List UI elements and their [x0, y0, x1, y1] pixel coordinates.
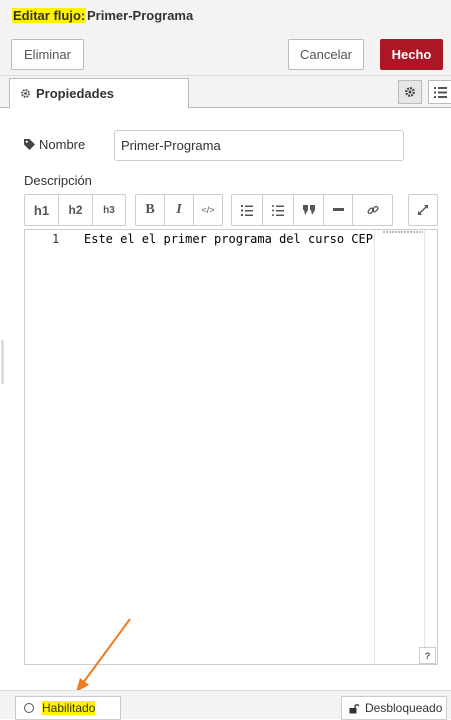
- description-label: Descripción: [24, 173, 92, 188]
- delete-button[interactable]: Eliminar: [11, 39, 84, 70]
- h1-button[interactable]: h1: [25, 195, 59, 225]
- link-icon: [367, 205, 378, 215]
- unlock-icon: [349, 703, 359, 713]
- tab-properties[interactable]: Propiedades: [9, 78, 189, 109]
- annotation-arrow: [76, 618, 131, 692]
- italic-button[interactable]: I: [165, 195, 194, 225]
- ordered-list-icon: [241, 204, 253, 216]
- description-editor[interactable]: [24, 229, 438, 665]
- radio-icon: [24, 703, 34, 713]
- name-label: Nombre: [24, 137, 85, 152]
- flow-title: Primer-Programa: [87, 8, 194, 23]
- gear-icon: [21, 89, 30, 98]
- expand-icon: [418, 205, 428, 215]
- bold-button[interactable]: B: [136, 195, 165, 225]
- expand-button[interactable]: [408, 194, 438, 226]
- settings-tab-button[interactable]: [398, 80, 422, 104]
- list-buttons: [231, 194, 393, 226]
- heading-buttons: h1 h2 h3: [24, 194, 126, 226]
- help-button[interactable]: ?: [419, 647, 436, 664]
- unordered-list-button[interactable]: [263, 195, 294, 225]
- list-icon: [433, 86, 447, 98]
- resize-handle[interactable]: [1, 340, 4, 384]
- line-number: 1: [52, 232, 60, 246]
- horizontal-rule-button[interactable]: [324, 195, 353, 225]
- minimap-preview: [383, 231, 423, 233]
- gear-icon: [405, 87, 415, 97]
- tab-properties-label: Propiedades: [36, 86, 115, 101]
- quote-button[interactable]: [294, 195, 324, 225]
- link-button[interactable]: [353, 195, 392, 225]
- tag-icon: [24, 139, 35, 150]
- minimap-divider: [374, 230, 375, 664]
- enabled-label: Habilitado: [42, 701, 96, 715]
- ordered-list-button[interactable]: [232, 195, 263, 225]
- list-tab-button[interactable]: [428, 80, 451, 104]
- name-input[interactable]: [114, 130, 404, 161]
- h3-button[interactable]: h3: [93, 195, 125, 225]
- title-prefix: Editar flujo:: [12, 8, 87, 23]
- unordered-list-icon: [272, 204, 284, 216]
- h2-button[interactable]: h2: [59, 195, 93, 225]
- editor-scrollbar[interactable]: [424, 230, 437, 664]
- code-button[interactable]: </>: [194, 195, 222, 225]
- quote-icon: [302, 205, 315, 215]
- horizontal-rule-icon: [332, 208, 344, 211]
- lock-toggle[interactable]: Desbloqueado: [341, 696, 447, 720]
- cancel-button[interactable]: Cancelar: [288, 39, 364, 70]
- done-button[interactable]: Hecho: [380, 39, 443, 70]
- format-buttons: B I </>: [135, 194, 223, 226]
- enabled-toggle[interactable]: Habilitado: [15, 696, 121, 720]
- name-label-text: Nombre: [39, 137, 86, 152]
- editor-line[interactable]: Este el el primer programa del curso CEP: [84, 232, 373, 246]
- lock-label: Desbloqueado: [365, 701, 443, 715]
